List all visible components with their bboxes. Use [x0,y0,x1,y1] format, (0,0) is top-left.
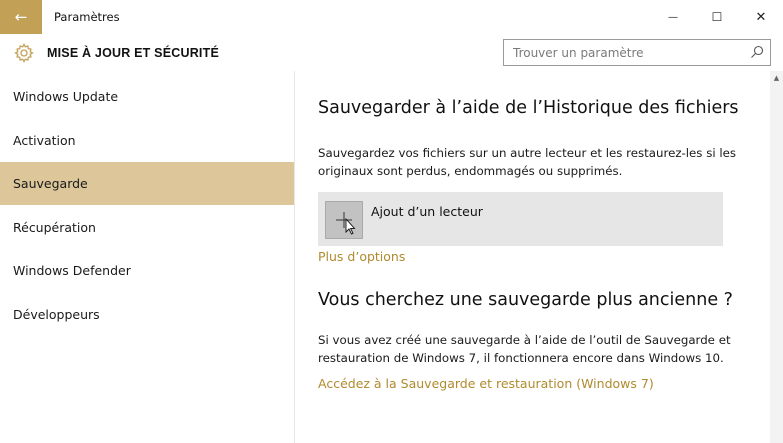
scroll-up-icon[interactable]: ▲ [770,73,783,83]
plus-icon [325,201,363,239]
main-content: Sauvegarder à l’aide de l’Historique des… [294,71,770,443]
add-drive-label: Ajout d’un lecteur [371,204,483,219]
sidebar-item-label: Récupération [13,220,96,235]
minimize-button[interactable]: — [651,0,695,34]
sidebar: Windows Update Activation Sauvegarde Réc… [0,71,294,443]
back-arrow-icon: ← [14,8,28,26]
title-bar: ← Paramètres — ☐ ✕ [0,0,783,34]
settings-header: MISE À JOUR ET SÉCURITÉ [0,34,783,71]
sidebar-item-developpeurs[interactable]: Développeurs [0,293,294,336]
sidebar-item-windows-update[interactable]: Windows Update [0,75,294,118]
minimize-icon: — [668,11,678,23]
page-title: Sauvegarder à l’aide de l’Historique des… [318,98,739,118]
sidebar-item-label: Activation [13,133,76,148]
sidebar-item-activation[interactable]: Activation [0,119,294,162]
sidebar-item-label: Développeurs [13,307,100,322]
section-title: MISE À JOUR ET SÉCURITÉ [47,45,219,60]
close-icon: ✕ [755,9,767,25]
maximize-button[interactable]: ☐ [695,0,739,34]
add-drive-button[interactable]: Ajout d’un lecteur [318,192,723,246]
sidebar-item-label: Windows Update [13,89,119,104]
scrollbar[interactable]: ▲ [770,71,783,443]
maximize-icon: ☐ [711,10,723,24]
gear-icon [13,42,35,64]
sidebar-item-label: Sauvegarde [13,176,88,191]
older-backup-heading: Vous cherchez une sauvegarde plus ancien… [318,290,733,310]
search-icon[interactable] [750,45,764,59]
older-backup-description: Si vous avez créé une sauvegarde à l’aid… [318,333,731,365]
search-input[interactable] [504,40,742,65]
window-title: Paramètres [54,10,120,24]
sidebar-item-label: Windows Defender [13,263,131,278]
more-options-link[interactable]: Plus d’options [318,249,405,264]
close-button[interactable]: ✕ [739,0,783,34]
sidebar-item-sauvegarde[interactable]: Sauvegarde [0,162,294,205]
search-box[interactable] [503,39,771,66]
windows7-backup-link[interactable]: Accédez à la Sauvegarde et restauration … [318,376,654,391]
sidebar-item-recuperation[interactable]: Récupération [0,206,294,249]
sidebar-item-windows-defender[interactable]: Windows Defender [0,249,294,292]
backup-description: Sauvegardez vos fichiers sur un autre le… [318,146,737,178]
back-button[interactable]: ← [0,0,42,34]
window-controls: — ☐ ✕ [651,0,783,34]
